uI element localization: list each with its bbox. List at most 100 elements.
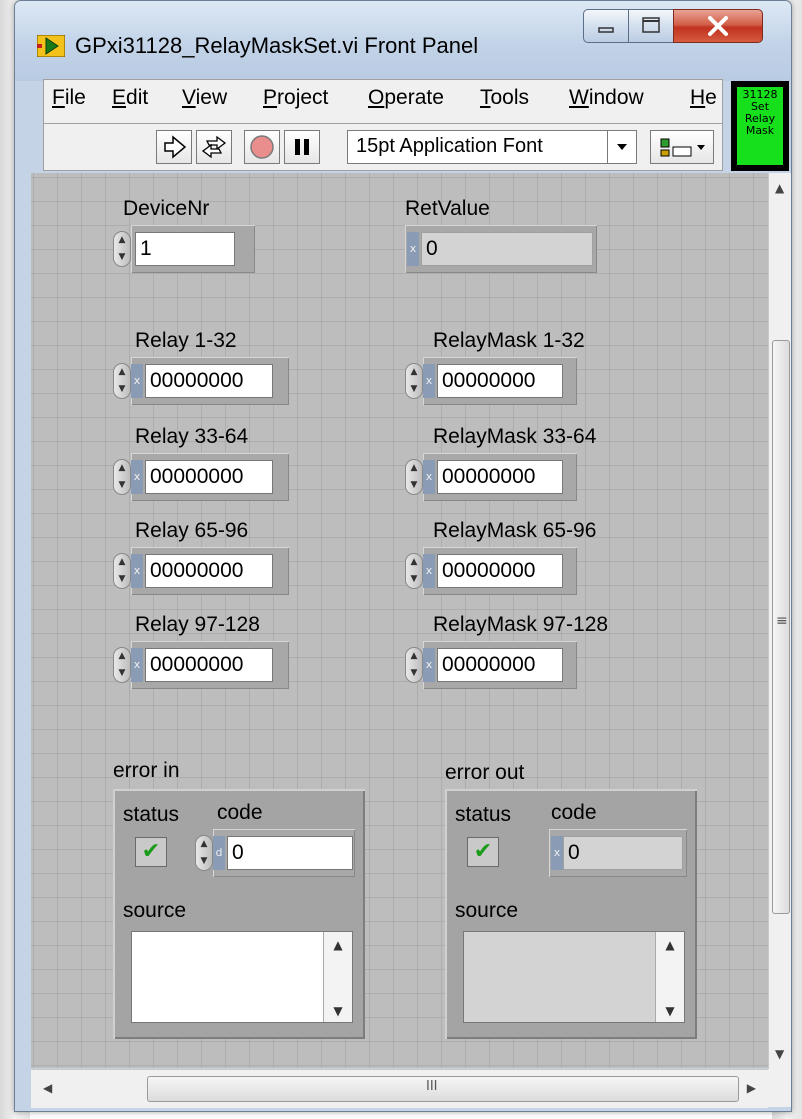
- menu-window[interactable]: Window: [569, 86, 644, 110]
- error-out-cluster: status code ✔ x 0 source ▲ ▼: [445, 789, 697, 1039]
- scroll-up-icon[interactable]: ▲: [656, 938, 684, 952]
- close-button[interactable]: [673, 9, 763, 43]
- relay-1-32-field[interactable]: 00000000: [145, 364, 273, 398]
- grip-icon: ≡: [776, 613, 788, 629]
- vi-icon-text: 31128 Set Relay Mask: [737, 87, 783, 165]
- radix-indicator[interactable]: x: [423, 554, 435, 588]
- chevron-down-icon[interactable]: [607, 131, 636, 163]
- relay-33-64-label: Relay 33-64: [135, 425, 249, 448]
- relay-mask-97-128-control: ▲ ▼ x 00000000: [405, 641, 577, 689]
- error-in-status-label: status: [123, 803, 180, 826]
- radix-indicator[interactable]: x: [131, 554, 143, 588]
- horizontal-scroll-thumb[interactable]: III: [147, 1076, 739, 1102]
- menu-file[interactable]: File: [52, 86, 86, 110]
- radix-indicator[interactable]: x: [423, 364, 435, 398]
- radix-indicator[interactable]: x: [423, 460, 435, 494]
- radix-indicator[interactable]: x: [131, 648, 143, 682]
- menu-tools[interactable]: Tools: [480, 86, 529, 110]
- menu-help[interactable]: He: [690, 86, 717, 110]
- radix-indicator[interactable]: x: [407, 232, 419, 266]
- error-out-status-indicator: ✔: [467, 837, 499, 867]
- error-in-status-checkbox[interactable]: ✔: [135, 837, 167, 867]
- scroll-down-icon[interactable]: ▼: [775, 1047, 784, 1061]
- error-out-code-label: code: [551, 801, 597, 824]
- radix-indicator[interactable]: x: [551, 836, 563, 870]
- menu-operate[interactable]: Operate: [368, 86, 444, 110]
- error-out-label: error out: [445, 761, 525, 784]
- error-in-label: error in: [113, 759, 180, 782]
- increment-decrement-icon[interactable]: ▲ ▼: [113, 647, 131, 683]
- align-objects-button[interactable]: [650, 130, 714, 164]
- pause-button[interactable]: [284, 130, 320, 164]
- scroll-down-icon[interactable]: ▼: [324, 1004, 352, 1018]
- error-in-code-label: code: [217, 801, 263, 824]
- radix-indicator[interactable]: x: [131, 460, 143, 494]
- vi-connector-icon[interactable]: 31128 Set Relay Mask: [731, 81, 789, 171]
- error-in-cluster: status code ✔ ▲ ▼ d 0 source ▲ ▼: [113, 789, 365, 1039]
- scroll-up-icon[interactable]: ▲: [324, 938, 352, 952]
- menu-project[interactable]: Project: [263, 86, 328, 110]
- relay-33-64-field[interactable]: 00000000: [145, 460, 273, 494]
- scroll-up-icon[interactable]: ▲: [775, 181, 784, 195]
- maximize-icon: [642, 17, 660, 33]
- relay-65-96-label: Relay 65-96: [135, 519, 249, 542]
- increment-decrement-icon[interactable]: ▲ ▼: [113, 553, 131, 589]
- minimize-icon: [598, 27, 614, 33]
- title-bar[interactable]: GPxi31128_RelayMaskSet.vi Front Panel: [15, 1, 791, 81]
- device-nr-label: DeviceNr: [123, 197, 210, 220]
- scroll-left-icon[interactable]: ◀: [43, 1081, 52, 1095]
- relay-97-128-control: ▲ ▼ x 00000000: [113, 641, 289, 689]
- error-in-code-field[interactable]: 0: [227, 836, 353, 870]
- increment-decrement-icon[interactable]: ▲ ▼: [195, 835, 213, 871]
- minimize-button[interactable]: [583, 9, 629, 43]
- font-dropdown[interactable]: 15pt Application Font: [347, 130, 637, 164]
- run-button[interactable]: [156, 130, 192, 164]
- scroll-down-icon[interactable]: ▼: [656, 1004, 684, 1018]
- menu-view[interactable]: View: [182, 86, 227, 110]
- error-out-code-indicator: x 0: [549, 829, 687, 877]
- relay-mask-97-128-field[interactable]: 00000000: [437, 648, 563, 682]
- maximize-button[interactable]: [628, 9, 674, 43]
- increment-decrement-icon[interactable]: ▲ ▼: [405, 553, 423, 589]
- increment-decrement-icon[interactable]: ▲ ▼: [405, 647, 423, 683]
- relay-mask-1-32-control: ▲ ▼ x 00000000: [405, 357, 577, 405]
- radix-indicator[interactable]: x: [423, 648, 435, 682]
- error-in-code-control: ▲ ▼ d 0: [195, 829, 355, 877]
- ret-value-indicator: x 0: [405, 225, 597, 273]
- relay-mask-33-64-label: RelayMask 33-64: [433, 425, 597, 448]
- front-panel-window: GPxi31128_RelayMaskSet.vi Front Panel Fi…: [14, 0, 792, 1112]
- device-nr-field[interactable]: 1: [135, 232, 235, 266]
- pause-icon: [295, 139, 309, 155]
- increment-decrement-icon[interactable]: ▲ ▼: [405, 459, 423, 495]
- source-scrollbar[interactable]: ▲ ▼: [655, 932, 684, 1022]
- relay-mask-33-64-field[interactable]: 00000000: [437, 460, 563, 494]
- error-in-source-field[interactable]: ▲ ▼: [131, 931, 353, 1023]
- relay-65-96-field[interactable]: 00000000: [145, 554, 273, 588]
- close-icon: [708, 16, 728, 36]
- abort-button[interactable]: [244, 130, 280, 164]
- error-out-status-label: status: [455, 803, 512, 826]
- menu-edit[interactable]: Edit: [112, 86, 148, 110]
- relay-mask-1-32-field[interactable]: 00000000: [437, 364, 563, 398]
- vertical-scrollbar[interactable]: ▲ ≡ ▼: [768, 173, 791, 1069]
- resize-grip-icon[interactable]: [768, 1069, 791, 1107]
- device-nr-control: ▲ ▼ 1: [113, 225, 255, 273]
- vertical-scroll-thumb[interactable]: ≡: [772, 340, 790, 914]
- checkmark-icon: ✔: [473, 839, 493, 864]
- relay-33-64-control: ▲ ▼ x 00000000: [113, 453, 289, 501]
- increment-decrement-icon[interactable]: ▲ ▼: [405, 363, 423, 399]
- increment-decrement-icon[interactable]: ▲ ▼: [113, 363, 131, 399]
- scroll-right-icon[interactable]: ▶: [747, 1081, 756, 1095]
- run-arrow-icon: [164, 135, 187, 159]
- radix-indicator[interactable]: x: [131, 364, 143, 398]
- relay-mask-65-96-field[interactable]: 00000000: [437, 554, 563, 588]
- relay-mask-97-128-label: RelayMask 97-128: [433, 613, 609, 636]
- increment-decrement-icon[interactable]: ▲ ▼: [113, 459, 131, 495]
- relay-97-128-field[interactable]: 00000000: [145, 648, 273, 682]
- source-scrollbar[interactable]: ▲ ▼: [323, 932, 352, 1022]
- horizontal-scrollbar[interactable]: ◀ III ▶: [31, 1069, 768, 1108]
- labview-vi-icon: [37, 35, 65, 57]
- radix-indicator[interactable]: d: [213, 836, 225, 870]
- increment-decrement-icon[interactable]: ▲ ▼: [113, 231, 131, 267]
- run-continuously-button[interactable]: [196, 130, 232, 164]
